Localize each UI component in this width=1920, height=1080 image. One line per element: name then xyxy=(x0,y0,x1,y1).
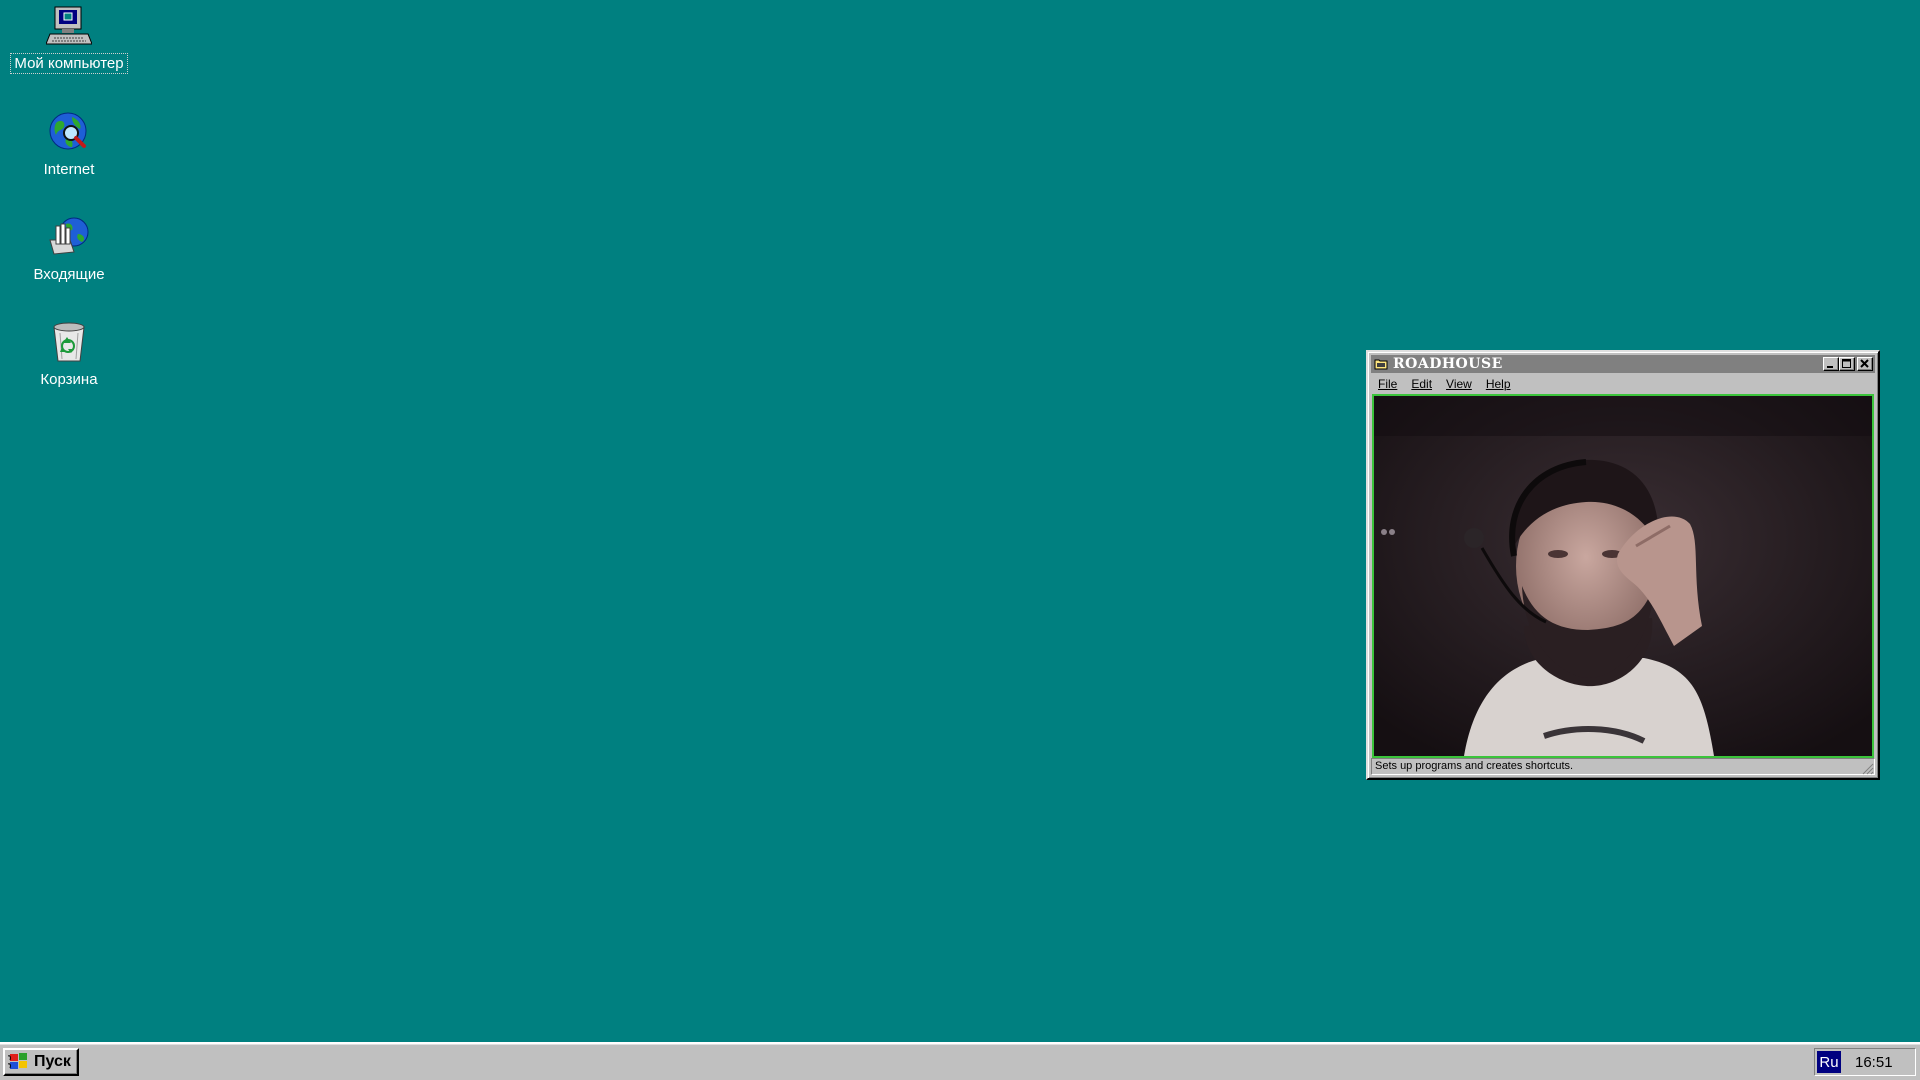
minimize-icon xyxy=(1827,366,1833,368)
system-tray: Ru 16:51 xyxy=(1814,1048,1916,1076)
folder-icon xyxy=(1373,357,1389,371)
desktop-icon-inbox[interactable]: Входящие xyxy=(0,213,138,284)
clock[interactable]: 16:51 xyxy=(1855,1054,1893,1071)
close-icon xyxy=(1860,359,1869,368)
status-text: Sets up programs and creates shortcuts. xyxy=(1375,760,1574,772)
desktop-icon-internet[interactable]: Internet xyxy=(0,108,138,179)
desktop-icon-label: Мой компьютер xyxy=(10,53,128,74)
close-button[interactable] xyxy=(1857,357,1873,371)
minimize-button[interactable] xyxy=(1823,357,1839,371)
menu-view[interactable]: View xyxy=(1439,376,1479,392)
resize-grip-icon[interactable] xyxy=(1862,762,1874,775)
internet-globe-icon xyxy=(45,108,93,156)
maximize-icon xyxy=(1842,359,1851,368)
menu-edit[interactable]: Edit xyxy=(1404,376,1439,392)
language-indicator[interactable]: Ru xyxy=(1817,1051,1841,1073)
desktop-icon-recycle-bin[interactable]: Корзина xyxy=(0,318,138,389)
recycle-bin-icon xyxy=(45,318,93,366)
desktop-icon-label: Корзина xyxy=(40,371,98,388)
roadhouse-window[interactable]: ROADHOUSE File Edit View Help Sets up pr… xyxy=(1366,350,1880,780)
taskbar: Пуск Ru 16:51 xyxy=(0,1042,1920,1080)
start-button[interactable]: Пуск xyxy=(3,1048,79,1076)
windows-flag-icon xyxy=(8,1053,27,1069)
menu-help[interactable]: Help xyxy=(1479,376,1518,392)
inbox-icon xyxy=(45,213,93,261)
start-label: Пуск xyxy=(34,1053,71,1070)
window-title: ROADHOUSE xyxy=(1393,356,1503,372)
window-titlebar[interactable]: ROADHOUSE xyxy=(1371,355,1875,373)
window-menubar: File Edit View Help xyxy=(1371,375,1875,393)
desktop: Мой компьютер Internet Входящие Корзина … xyxy=(0,0,1920,1042)
desktop-icon-my-computer[interactable]: Мой компьютер xyxy=(0,2,138,74)
maximize-button[interactable] xyxy=(1839,357,1855,371)
desktop-icon-label: Internet xyxy=(43,161,95,178)
webcam-video-feed xyxy=(1372,394,1874,758)
window-statusbar: Sets up programs and creates shortcuts. xyxy=(1371,758,1875,775)
webcam-person-image xyxy=(1374,396,1872,756)
desktop-icon-label: Входящие xyxy=(33,266,105,283)
menu-file[interactable]: File xyxy=(1371,376,1404,392)
my-computer-icon xyxy=(45,2,93,50)
